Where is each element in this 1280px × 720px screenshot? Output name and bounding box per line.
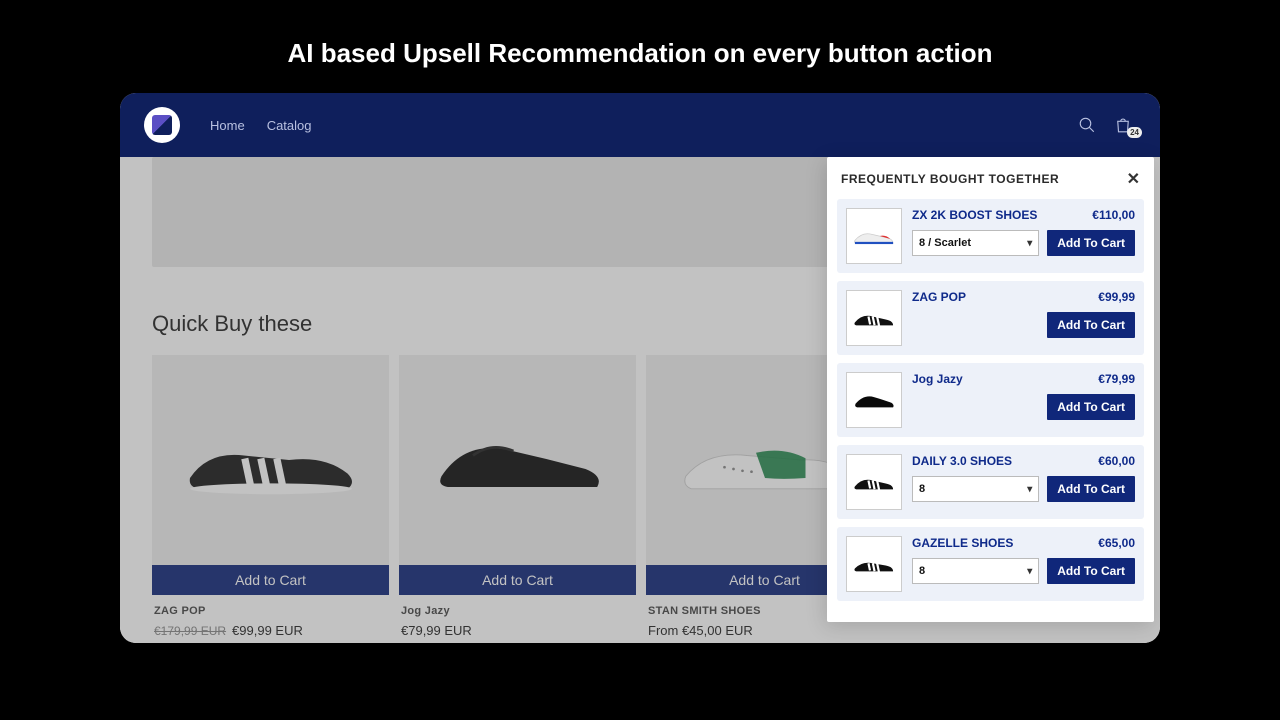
close-icon[interactable]: ✕ xyxy=(1127,169,1140,189)
panel-title: FREQUENTLY BOUGHT TOGETHER xyxy=(841,172,1059,186)
add-to-cart-button[interactable]: Add to Cart xyxy=(399,565,636,595)
upsell-add-button[interactable]: Add To Cart xyxy=(1047,230,1135,256)
variant-select[interactable]: 8 / Scarlet ▾ xyxy=(912,230,1039,256)
upsell-add-button[interactable]: Add To Cart xyxy=(1047,394,1135,420)
navbar: Home Catalog 24 xyxy=(120,93,1160,157)
nav-home[interactable]: Home xyxy=(210,118,245,133)
chevron-down-icon: ▾ xyxy=(1027,484,1032,495)
product-card[interactable]: Add to Cart ZAG POP €179,99 EUR €99,99 EU… xyxy=(152,355,389,643)
chevron-down-icon: ▾ xyxy=(1027,566,1032,577)
cart-icon[interactable]: 24 xyxy=(1114,116,1136,134)
upsell-item: ZX 2K BOOST SHOES €110,00 8 / Scarlet ▾ Add … xyxy=(837,199,1144,273)
upsell-name: ZAG POP xyxy=(912,290,966,304)
upsell-item: DAILY 3.0 SHOES€60,008▾Add To Cart xyxy=(837,445,1144,519)
product-thumb xyxy=(846,454,902,510)
product-name: Jog Jazy xyxy=(401,605,634,617)
product-card[interactable]: Add to Cart Jog Jazy €79,99 EUR xyxy=(399,355,636,643)
product-name: ZAG POP xyxy=(154,605,387,617)
product-thumb xyxy=(846,208,902,264)
upsell-name: GAZELLE SHOES xyxy=(912,536,1013,550)
upsell-price: €60,00 xyxy=(1098,454,1135,468)
upsell-add-button[interactable]: Add To Cart xyxy=(1047,476,1135,502)
upsell-item: ZAG POP €99,99 Add To Cart xyxy=(837,281,1144,355)
upsell-name: Jog Jazy xyxy=(912,372,963,386)
product-price: From €45,00 EUR xyxy=(648,623,753,638)
upsell-name: DAILY 3.0 SHOES xyxy=(912,454,1012,468)
variant-select[interactable]: 8▾ xyxy=(912,558,1039,584)
upsell-price: €99,99 xyxy=(1098,290,1135,304)
page-headline: AI based Upsell Recommendation on every … xyxy=(0,0,1280,93)
variant-select[interactable]: 8▾ xyxy=(912,476,1039,502)
upsell-add-button[interactable]: Add To Cart xyxy=(1047,312,1135,338)
nav-catalog[interactable]: Catalog xyxy=(267,118,312,133)
search-icon[interactable] xyxy=(1078,116,1096,134)
chevron-down-icon: ▾ xyxy=(1027,238,1032,249)
product-compare-price: €179,99 EUR xyxy=(154,624,226,638)
upsell-price: €110,00 xyxy=(1092,208,1135,222)
app-window: Home Catalog 24 Quick Buy these xyxy=(120,93,1160,643)
product-price: €79,99 EUR xyxy=(401,623,472,638)
cart-count-badge: 24 xyxy=(1127,127,1142,138)
upsell-price: €65,00 xyxy=(1098,536,1135,550)
variant-value: 8 / Scarlet xyxy=(919,237,971,249)
upsell-item: Jog Jazy €79,99 Add To Cart xyxy=(837,363,1144,437)
product-thumb xyxy=(846,290,902,346)
upsell-price: €79,99 xyxy=(1098,372,1135,386)
product-thumb xyxy=(846,372,902,428)
variant-value: 8 xyxy=(919,565,925,577)
upsell-item: GAZELLE SHOES€65,008▾Add To Cart xyxy=(837,527,1144,601)
upsell-name: ZX 2K BOOST SHOES xyxy=(912,208,1037,222)
upsell-add-button[interactable]: Add To Cart xyxy=(1047,558,1135,584)
upsell-panel: FREQUENTLY BOUGHT TOGETHER ✕ ZX 2K BOOST… xyxy=(827,157,1154,622)
product-price: €99,99 EUR xyxy=(232,623,303,638)
add-to-cart-button[interactable]: Add to Cart xyxy=(152,565,389,595)
product-thumb xyxy=(846,536,902,592)
logo[interactable] xyxy=(144,107,180,143)
variant-value: 8 xyxy=(919,483,925,495)
